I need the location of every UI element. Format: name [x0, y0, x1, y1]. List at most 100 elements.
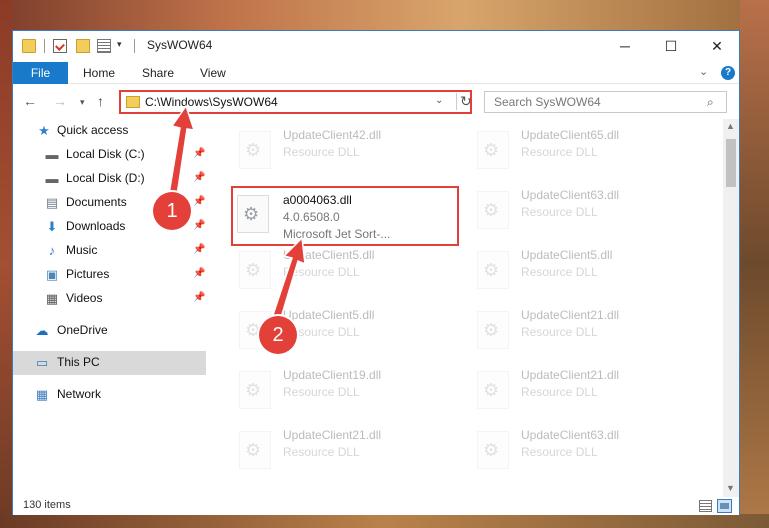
file-name: UpdateClient65.dll: [521, 128, 620, 142]
sidebar-item-videos[interactable]: ▦ Videos 📌: [13, 287, 206, 311]
details-view-icon[interactable]: [699, 500, 712, 512]
file-tile[interactable]: UpdateClient19.dll Resource DLL: [233, 365, 463, 417]
view-toggle-icon[interactable]: [97, 39, 111, 53]
folder-icon[interactable]: [22, 39, 36, 53]
recent-locations-icon[interactable]: ▾: [80, 97, 85, 108]
file-name: a0004063.dll: [283, 193, 352, 207]
status-bar: 130 items: [13, 497, 739, 515]
large-icons-view-icon[interactable]: [717, 499, 732, 513]
file-name: UpdateClient5.dll: [283, 308, 375, 322]
refresh-icon[interactable]: ↻: [456, 93, 472, 110]
search-icon[interactable]: ⌕: [707, 95, 714, 110]
star-icon: ★: [38, 123, 50, 138]
file-tile[interactable]: UpdateClient5.dll Resource DLL: [471, 245, 701, 297]
close-button[interactable]: ✕: [694, 31, 740, 61]
sidebar-item-music[interactable]: ♪ Music 📌: [13, 239, 206, 263]
file-tile[interactable]: UpdateClient21.dll Resource DLL: [471, 365, 701, 417]
ribbon-tabs: File Home Share View ⌄ ?: [13, 62, 739, 84]
forward-button[interactable]: →: [53, 93, 67, 109]
drive-icon: ▬: [45, 147, 59, 162]
sidebar-item-local-disk-c[interactable]: ▬ Local Disk (C:) 📌: [13, 143, 206, 167]
file-tile[interactable]: UpdateClient65.dll Resource DLL: [471, 125, 701, 177]
address-path[interactable]: C:\Windows\SysWOW64: [145, 95, 278, 109]
scrollbar-thumb[interactable]: [726, 139, 736, 187]
videos-icon: ▦: [45, 291, 59, 306]
dll-file-icon: [477, 251, 509, 289]
sidebar-item-label: Videos: [66, 291, 103, 305]
dll-file-icon: [477, 131, 509, 169]
file-type: Resource DLL: [521, 445, 598, 459]
minimize-button[interactable]: ─: [602, 31, 648, 61]
file-tile-highlighted[interactable]: a0004063.dll 4.0.6508.0 Microsoft Jet So…: [231, 186, 459, 246]
help-icon[interactable]: ?: [721, 66, 735, 80]
quick-access-dropdown-icon[interactable]: ▾: [117, 39, 122, 50]
scroll-up-icon[interactable]: ▲: [726, 121, 735, 131]
scroll-down-icon[interactable]: ▼: [726, 483, 735, 493]
file-type: Resource DLL: [283, 265, 360, 279]
sidebar-item-quick-access[interactable]: ★ Quick access: [13, 119, 206, 143]
navigation-pane: ★ Quick access ▬ Local Disk (C:) 📌 ▬ Loc…: [13, 119, 206, 497]
navigation-bar: ← → ▾ ↑ C:\Windows\SysWOW64 ⌄ ↻ Search S…: [13, 85, 739, 119]
sidebar-item-onedrive[interactable]: ☁ OneDrive: [13, 319, 206, 343]
sidebar-item-label: This PC: [57, 355, 100, 369]
vertical-scrollbar[interactable]: ▲ ▼: [723, 119, 739, 497]
pictures-icon: ▣: [45, 267, 59, 282]
sidebar-item-network[interactable]: ▦ Network: [13, 383, 206, 407]
new-folder-icon[interactable]: [76, 39, 90, 53]
sidebar-item-this-pc[interactable]: ▭ This PC: [13, 351, 206, 375]
pin-icon[interactable]: 📌: [193, 196, 205, 207]
documents-icon: ▤: [45, 195, 59, 210]
sidebar-item-label: Local Disk (D:): [66, 171, 145, 185]
file-name: UpdateClient21.dll: [521, 308, 620, 322]
file-tile[interactable]: UpdateClient21.dll Resource DLL: [471, 305, 701, 357]
sidebar-item-label: Pictures: [66, 267, 110, 281]
pin-icon[interactable]: 📌: [193, 244, 205, 255]
file-type: Resource DLL: [521, 385, 598, 399]
tab-view[interactable]: View: [200, 62, 226, 84]
title-bar: ▾ SysWOW64 ─ ☐ ✕: [13, 31, 739, 62]
expand-ribbon-icon[interactable]: ⌄: [699, 65, 708, 78]
search-placeholder: Search SysWOW64: [494, 95, 601, 109]
file-tile[interactable]: UpdateClient21.dll Resource DLL: [233, 425, 463, 477]
file-tile[interactable]: UpdateClient63.dll Resource DLL: [471, 185, 701, 237]
dll-file-icon: [237, 195, 269, 233]
sidebar-item-label: Local Disk (C:): [66, 147, 145, 161]
file-name: UpdateClient63.dll: [521, 428, 620, 442]
pin-icon[interactable]: 📌: [193, 220, 205, 231]
dll-file-icon: [477, 431, 509, 469]
window-title: SysWOW64: [147, 38, 213, 52]
search-input[interactable]: Search SysWOW64 ⌕: [484, 91, 727, 113]
sidebar-item-label: OneDrive: [57, 323, 108, 337]
dll-file-icon: [239, 431, 271, 469]
dll-file-icon: [239, 131, 271, 169]
file-name: UpdateClient19.dll: [283, 368, 382, 382]
network-icon: ▦: [35, 387, 49, 402]
maximize-button[interactable]: ☐: [648, 31, 694, 61]
item-count: 130 items: [23, 499, 71, 511]
download-icon: ⬇: [46, 219, 58, 234]
address-dropdown-icon[interactable]: ⌄: [435, 95, 443, 106]
sidebar-item-local-disk-d[interactable]: ▬ Local Disk (D:) 📌: [13, 167, 206, 191]
dll-file-icon: [477, 371, 509, 409]
address-bar[interactable]: C:\Windows\SysWOW64 ⌄ ↻: [119, 90, 472, 114]
file-tile[interactable]: UpdateClient42.dll Resource DLL: [233, 125, 463, 177]
file-name: UpdateClient5.dll: [283, 248, 375, 262]
file-type: Resource DLL: [521, 145, 598, 159]
pin-icon[interactable]: 📌: [193, 148, 205, 159]
pin-icon[interactable]: 📌: [193, 268, 205, 279]
quick-access-separator: [44, 39, 45, 53]
pin-icon[interactable]: 📌: [193, 292, 205, 303]
tab-share[interactable]: Share: [142, 62, 174, 84]
pin-icon[interactable]: 📌: [193, 172, 205, 183]
file-tile[interactable]: UpdateClient63.dll Resource DLL: [471, 425, 701, 477]
dll-file-icon: [477, 191, 509, 229]
back-button[interactable]: ←: [23, 93, 37, 109]
file-type: Resource DLL: [283, 445, 360, 459]
tab-file[interactable]: File: [13, 62, 68, 84]
sidebar-item-pictures[interactable]: ▣ Pictures 📌: [13, 263, 206, 287]
up-button[interactable]: ↑: [97, 93, 104, 109]
tab-home[interactable]: Home: [83, 62, 115, 84]
file-tile[interactable]: UpdateClient5.dll Resource DLL: [233, 245, 463, 297]
file-type: Resource DLL: [283, 385, 360, 399]
properties-icon[interactable]: [53, 39, 67, 53]
